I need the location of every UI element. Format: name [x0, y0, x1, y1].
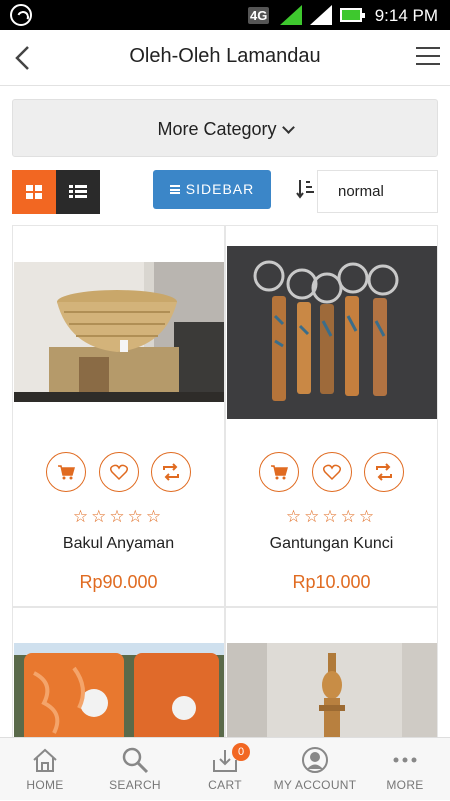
nav-search[interactable]: SEARCH	[90, 738, 180, 801]
product-name[interactable]: Gantungan Kunci	[226, 535, 437, 553]
grid-icon	[26, 185, 42, 199]
compare-button[interactable]	[150, 452, 191, 492]
add-to-cart-button[interactable]	[46, 452, 87, 492]
nav-cart[interactable]: 0 CART	[180, 738, 270, 801]
wishlist-button[interactable]	[311, 452, 352, 492]
chevron-down-icon	[281, 121, 295, 134]
product-card[interactable]	[12, 607, 225, 747]
product-actions	[13, 452, 224, 492]
grid-view-button[interactable]	[12, 170, 56, 214]
rating-stars: ☆☆☆☆☆	[285, 507, 378, 526]
battery-icon	[340, 8, 365, 22]
sidebar-button[interactable]: SIDEBAR	[153, 170, 271, 209]
nav-account[interactable]: MY ACCOUNT	[270, 738, 360, 801]
add-to-cart-button[interactable]	[259, 452, 300, 492]
product-image[interactable]	[14, 643, 224, 746]
sort-select[interactable]: normal	[317, 170, 438, 213]
page-title: Oleh-Oleh Lamandau	[129, 45, 321, 67]
app-bar: Oleh-Oleh Lamandau	[0, 30, 450, 86]
home-icon	[33, 748, 57, 772]
more-category-dropdown[interactable]: More Category	[12, 99, 438, 157]
whatsapp-icon	[10, 4, 32, 26]
cart-count-badge: 0	[232, 743, 250, 761]
list-icon	[69, 185, 87, 199]
nav-home-label: HOME	[26, 778, 64, 792]
product-card[interactable]: ☆☆☆☆☆ Bakul Anyaman Rp90.000	[12, 225, 225, 607]
product-actions	[226, 452, 437, 492]
rating-stars: ☆☆☆☆☆	[72, 507, 165, 526]
wishlist-button[interactable]	[98, 452, 139, 492]
bottom-navigation: HOME SEARCH 0 CART MY ACCOUNT MORE	[0, 737, 450, 800]
search-icon	[122, 747, 149, 774]
product-price: Rp90.000	[79, 572, 158, 592]
user-avatar-icon	[302, 747, 328, 773]
nav-search-label: SEARCH	[109, 778, 161, 792]
product-card[interactable]: ☆☆☆☆☆ Gantungan Kunci Rp10.000	[225, 225, 438, 607]
status-bar: 4G 9:14 PM	[0, 0, 450, 30]
heart-icon	[322, 464, 341, 481]
product-name[interactable]: Bakul Anyaman	[13, 535, 224, 553]
hamburger-menu-icon[interactable]	[416, 47, 440, 67]
product-card[interactable]	[225, 607, 438, 747]
product-image[interactable]	[227, 246, 437, 419]
signal-icon	[280, 5, 302, 25]
more-dots-icon	[393, 757, 417, 763]
network-type: 4G	[248, 7, 270, 24]
more-category-label: More Category	[157, 119, 277, 139]
signal-icon-2	[310, 5, 332, 25]
cart-icon	[271, 465, 289, 480]
sort-icon[interactable]	[296, 178, 316, 200]
heart-icon	[109, 464, 128, 481]
list-view-button[interactable]	[56, 170, 100, 214]
compare-icon	[375, 463, 392, 481]
menu-bars-icon	[169, 185, 180, 194]
compare-button[interactable]	[363, 452, 404, 492]
nav-more[interactable]: MORE	[360, 738, 450, 801]
compare-icon	[162, 463, 179, 481]
nav-cart-label: CART	[208, 778, 242, 792]
nav-more-label: MORE	[386, 778, 424, 792]
product-image[interactable]	[227, 643, 437, 746]
nav-account-label: MY ACCOUNT	[273, 778, 357, 792]
nav-home[interactable]: HOME	[0, 738, 90, 801]
cart-icon	[58, 465, 76, 480]
clock: 9:14 PM	[374, 6, 438, 25]
product-image[interactable]	[14, 262, 224, 402]
product-price: Rp10.000	[292, 572, 371, 592]
sidebar-label: SIDEBAR	[185, 181, 255, 197]
